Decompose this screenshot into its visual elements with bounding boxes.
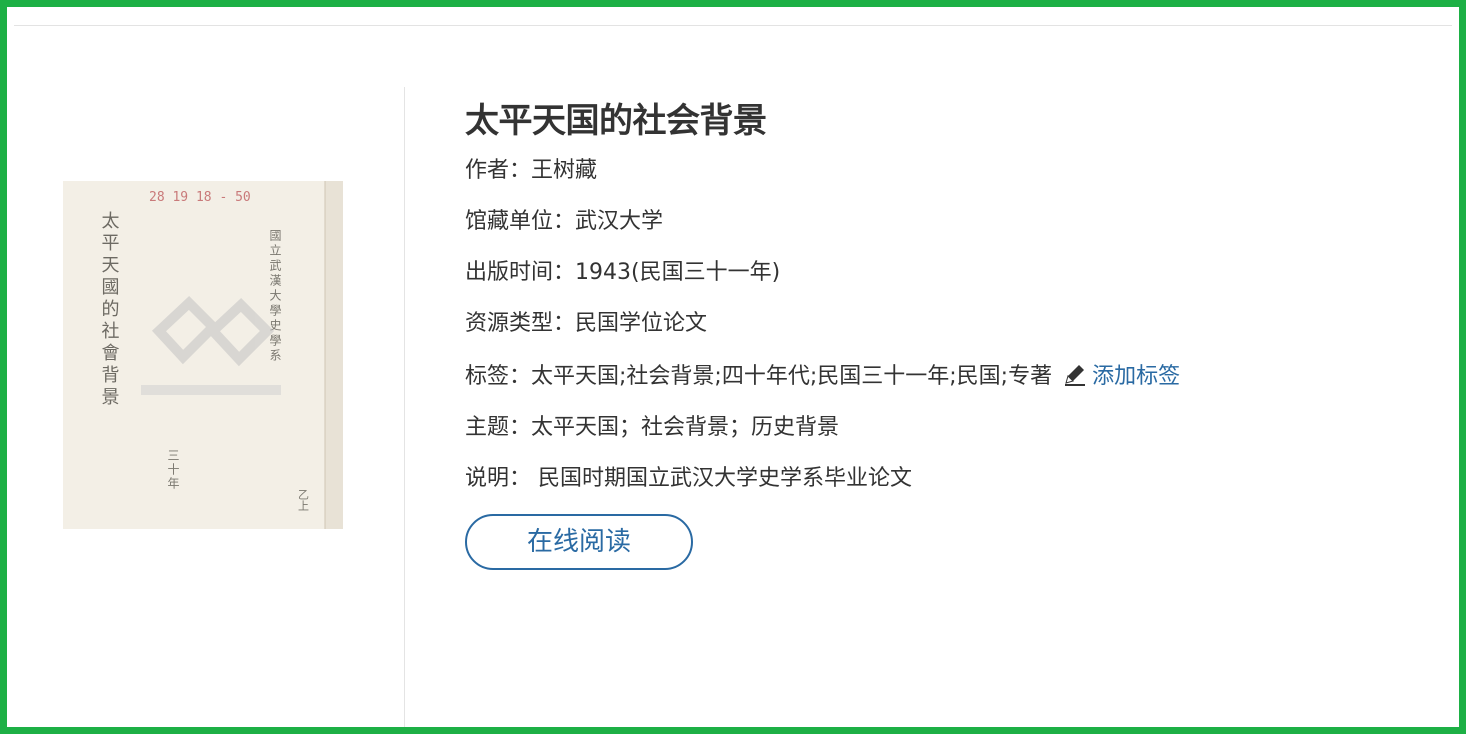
pubdate-value: 1943(民国三十一年) [575,260,781,285]
author-label: 作者： [465,158,532,183]
tags-row: 标签：太平天国;社会背景;四十年代;民国三十一年;民国;专著 添加标签 [465,361,1180,395]
vertical-divider [404,87,405,727]
subject-label: 主题： [465,415,532,440]
type-value: 民国学位论文 [575,311,708,336]
author-value: 王树藏 [531,158,598,183]
type-label: 资源类型： [465,311,576,336]
author-row: 作者：王树藏 [465,157,597,185]
add-tag-link[interactable]: 添加标签 [1092,364,1180,389]
book-title: 太平天国的社会背景 [465,101,767,141]
holding-value: 武汉大学 [575,209,664,234]
holding-row: 馆藏单位：武汉大学 [465,208,663,236]
tags-label: 标签： [465,364,532,389]
cover-illustration: 28 19 18 - 50 太平天國的社會背景 國立武漢大學史學系 三十年 乙上 [63,181,343,529]
type-row: 资源类型：民国学位论文 [465,310,707,338]
tags-value: 太平天国;社会背景;四十年代;民国三十一年;民国;专著 [531,364,1053,389]
read-online-button[interactable]: 在线阅读 [465,514,693,570]
cover-grade-vertical: 乙上 [297,489,310,511]
note-label: 说明： [465,466,532,491]
pubdate-row: 出版时间：1943(民国三十一年) [465,259,780,287]
cover-title-vertical: 太平天國的社會背景 [99,211,120,409]
subject-row: 主题：太平天国；社会背景；历史背景 [465,414,839,442]
pencil-icon[interactable] [1062,361,1088,395]
holding-label: 馆藏单位： [465,209,576,234]
top-divider [14,25,1452,26]
cover-stamp: 28 19 18 - 50 [149,190,251,205]
page-frame: 28 19 18 - 50 太平天國的社會背景 國立武漢大學史學系 三十年 乙上… [0,0,1466,734]
note-value: 民国时期国立武汉大学史学系毕业论文 [531,466,913,491]
cover-school-vertical: 國立武漢大學史學系 [268,229,282,364]
note-row: 说明： 民国时期国立武汉大学史学系毕业论文 [465,465,912,493]
subject-value: 太平天国；社会背景；历史背景 [531,415,840,440]
cover-year-vertical: 三十年 [166,449,180,491]
book-cover-image[interactable]: 28 19 18 - 50 太平天國的社會背景 國立武漢大學史學系 三十年 乙上 [63,181,343,529]
pubdate-label: 出版时间： [465,260,576,285]
